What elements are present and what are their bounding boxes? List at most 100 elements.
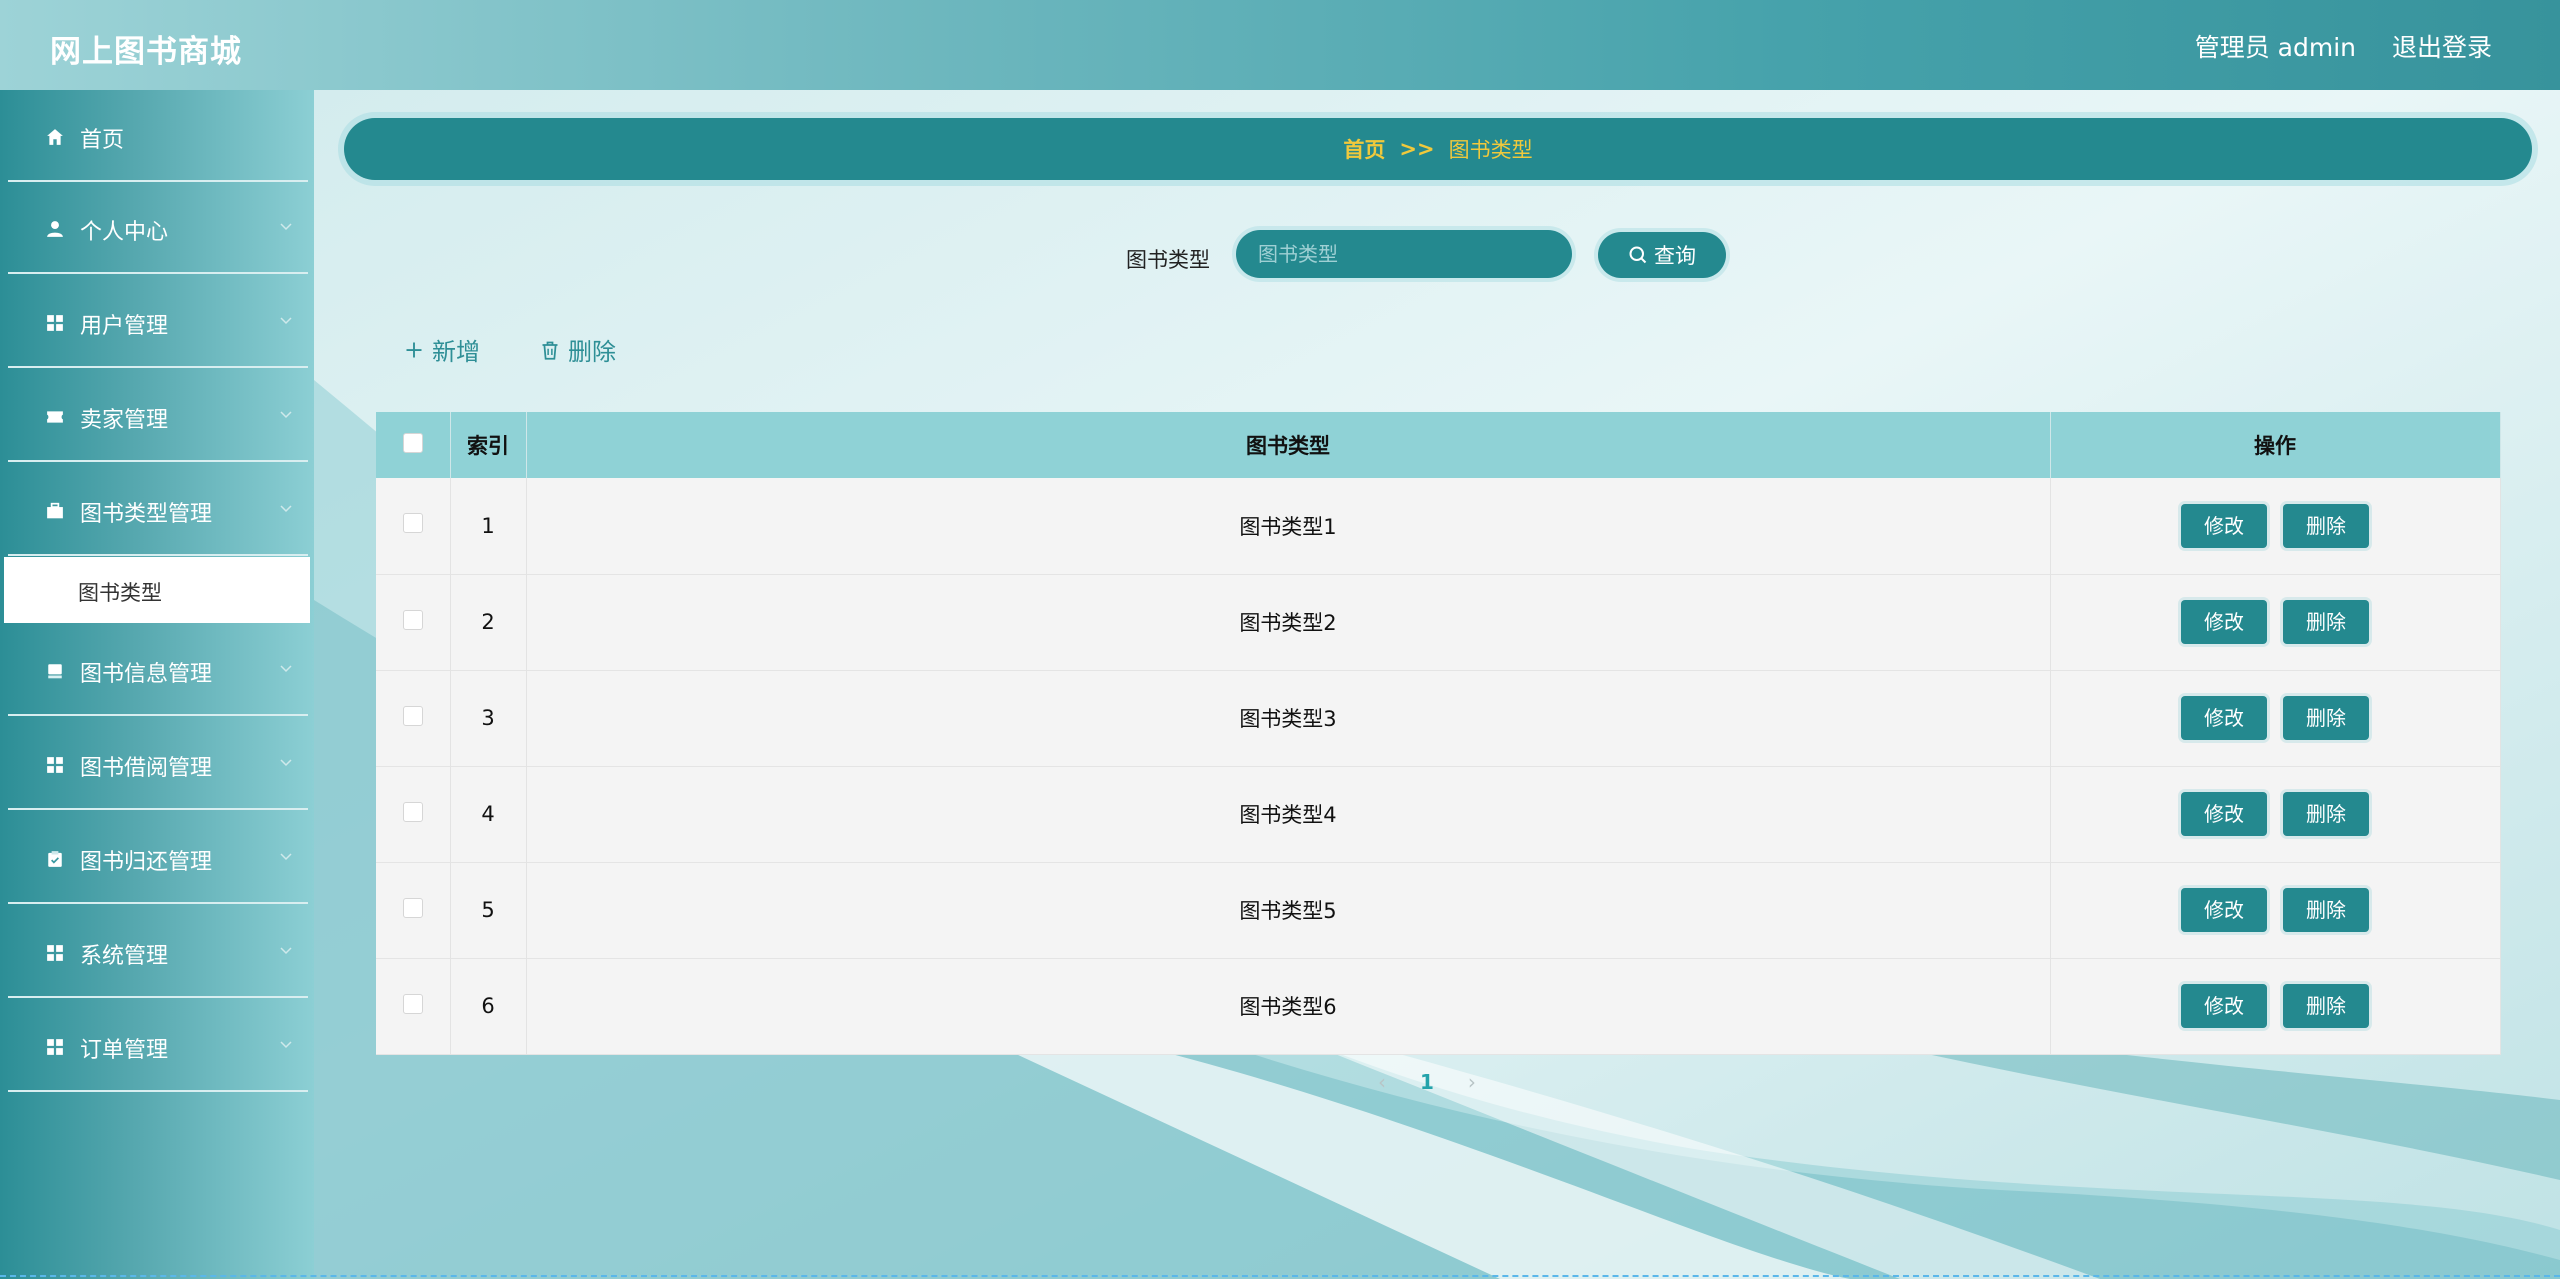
row-index: 3 [450, 670, 527, 766]
row-checkbox[interactable] [402, 897, 423, 918]
table-row: 6 图书类型6 修改 删除 [376, 958, 2501, 1054]
admin-user-label[interactable]: 管理员 admin [2195, 28, 2356, 64]
delete-button[interactable]: 删除 [2283, 888, 2369, 932]
sidebar-item-label: 首页 [80, 128, 125, 153]
row-index: 2 [450, 574, 527, 670]
row-index: 1 [450, 478, 527, 574]
table-row: 1 图书类型1 修改 删除 [376, 478, 2501, 574]
top-header: 网上图书商城 管理员 admin 退出登录 [0, 0, 2560, 90]
pagination: ‹ 1 › [1378, 1070, 1476, 1094]
sidebar-item-book-info-management[interactable]: 图书信息管理 [8, 624, 308, 716]
user-icon [47, 221, 63, 237]
delete-button[interactable]: 删除 [2283, 792, 2369, 836]
search-button-label: 查询 [1654, 244, 1696, 268]
sidebar-item-home[interactable]: 首页 [8, 90, 308, 182]
toolbar: 新增 删除 [404, 332, 616, 367]
row-checkbox[interactable] [402, 801, 423, 822]
main-content: 首页 >> 图书类型 图书类型 查询 新增 删除 索引 [314, 90, 2560, 1279]
sidebar-subitem-book-type[interactable]: 图书类型 [4, 557, 310, 623]
sidebar-item-label: 图书借阅管理 [80, 756, 213, 781]
breadcrumb-home[interactable]: 首页 [1343, 134, 1385, 164]
breadcrumb-separator: >> [1399, 137, 1435, 161]
chevron-down-icon [280, 505, 292, 513]
delete-button[interactable]: 删除 [2283, 696, 2369, 740]
select-all-cell [376, 412, 451, 478]
batch-delete-button-label: 删除 [568, 338, 616, 366]
column-header-book-type: 图书类型 [526, 412, 2051, 478]
search-button[interactable]: 查询 [1598, 232, 1726, 278]
table-row: 4 图书类型4 修改 删除 [376, 766, 2501, 862]
sidebar-item-label: 图书信息管理 [80, 662, 213, 687]
user-area: 管理员 admin 退出登录 [2195, 28, 2492, 64]
delete-button[interactable]: 删除 [2283, 984, 2369, 1028]
batch-delete-button[interactable]: 删除 [540, 332, 616, 367]
sidebar-item-borrow-management[interactable]: 图书借阅管理 [8, 718, 308, 810]
bottom-border [0, 1275, 2560, 1277]
sidebar-item-label: 个人中心 [80, 220, 169, 245]
column-header-actions: 操作 [2050, 412, 2501, 478]
column-header-index: 索引 [450, 412, 527, 478]
briefcase-icon [47, 502, 63, 519]
edit-button[interactable]: 修改 [2181, 696, 2267, 740]
sidebar-item-order-management[interactable]: 订单管理 [8, 1000, 308, 1092]
clipboard-icon [48, 851, 62, 867]
book-icon [48, 664, 62, 679]
edit-button[interactable]: 修改 [2181, 984, 2267, 1028]
row-book-type: 图书类型1 [526, 478, 2051, 574]
chevron-down-icon [280, 759, 292, 767]
chevron-down-icon [280, 411, 292, 419]
sidebar-item-user-management[interactable]: 用户管理 [8, 276, 308, 368]
row-checkbox[interactable] [402, 609, 423, 630]
edit-button[interactable]: 修改 [2181, 600, 2267, 644]
row-book-type: 图书类型4 [526, 766, 2051, 862]
sidebar-item-book-type-management[interactable]: 图书类型管理 [8, 464, 308, 556]
sidebar-item-label: 用户管理 [80, 314, 169, 339]
row-index: 4 [450, 766, 527, 862]
data-table: 索引 图书类型 操作 1 图书类型1 修改 删除 2 图书类型2 修改 删除 3… [376, 412, 2501, 1055]
sidebar-item-label: 图书类型管理 [80, 502, 213, 527]
select-all-checkbox[interactable] [402, 432, 423, 453]
sidebar-item-seller-management[interactable]: 卖家管理 [8, 370, 308, 462]
add-button-label: 新增 [432, 338, 480, 366]
row-checkbox[interactable] [402, 993, 423, 1014]
page-number[interactable]: 1 [1420, 1070, 1434, 1094]
row-checkbox[interactable] [402, 705, 423, 726]
add-button[interactable]: 新增 [404, 332, 480, 367]
grid-icon [47, 315, 63, 331]
logout-link[interactable]: 退出登录 [2392, 28, 2492, 64]
ticket-icon [47, 411, 63, 423]
table-row: 5 图书类型5 修改 删除 [376, 862, 2501, 958]
sidebar-item-label: 订单管理 [80, 1038, 169, 1063]
plus-icon [406, 342, 422, 357]
book-type-search-input[interactable] [1236, 230, 1572, 278]
sidebar-item-label: 系统管理 [80, 944, 169, 969]
grid-icon [47, 1039, 63, 1055]
table-header-row: 索引 图书类型 操作 [376, 412, 2501, 478]
table-row: 3 图书类型3 修改 删除 [376, 670, 2501, 766]
row-book-type: 图书类型5 [526, 862, 2051, 958]
edit-button[interactable]: 修改 [2181, 792, 2267, 836]
edit-button[interactable]: 修改 [2181, 503, 2267, 548]
row-index: 5 [450, 862, 527, 958]
sidebar-item-personal-center[interactable]: 个人中心 [8, 182, 308, 274]
grid-icon [47, 757, 63, 773]
row-book-type: 图书类型2 [526, 574, 2051, 670]
chevron-down-icon [280, 223, 292, 231]
app-title: 网上图书商城 [50, 34, 242, 70]
delete-button[interactable]: 删除 [2283, 503, 2369, 548]
breadcrumb: 首页 >> 图书类型 [344, 118, 2532, 180]
delete-button[interactable]: 删除 [2283, 600, 2369, 644]
breadcrumb-current: 图书类型 [1448, 138, 1533, 162]
prev-page-icon[interactable]: ‹ [1378, 1070, 1386, 1094]
chevron-down-icon [280, 853, 292, 861]
row-checkbox[interactable] [402, 513, 423, 534]
edit-button[interactable]: 修改 [2181, 888, 2267, 932]
sidebar-item-return-management[interactable]: 图书归还管理 [8, 812, 308, 904]
next-page-icon[interactable]: › [1468, 1070, 1476, 1094]
chevron-down-icon [280, 947, 292, 955]
search-icon [1629, 246, 1647, 264]
sidebar-item-label: 卖家管理 [80, 408, 169, 433]
sidebar-item-system-management[interactable]: 系统管理 [8, 906, 308, 998]
grid-icon [47, 945, 63, 961]
chevron-down-icon [280, 317, 292, 325]
